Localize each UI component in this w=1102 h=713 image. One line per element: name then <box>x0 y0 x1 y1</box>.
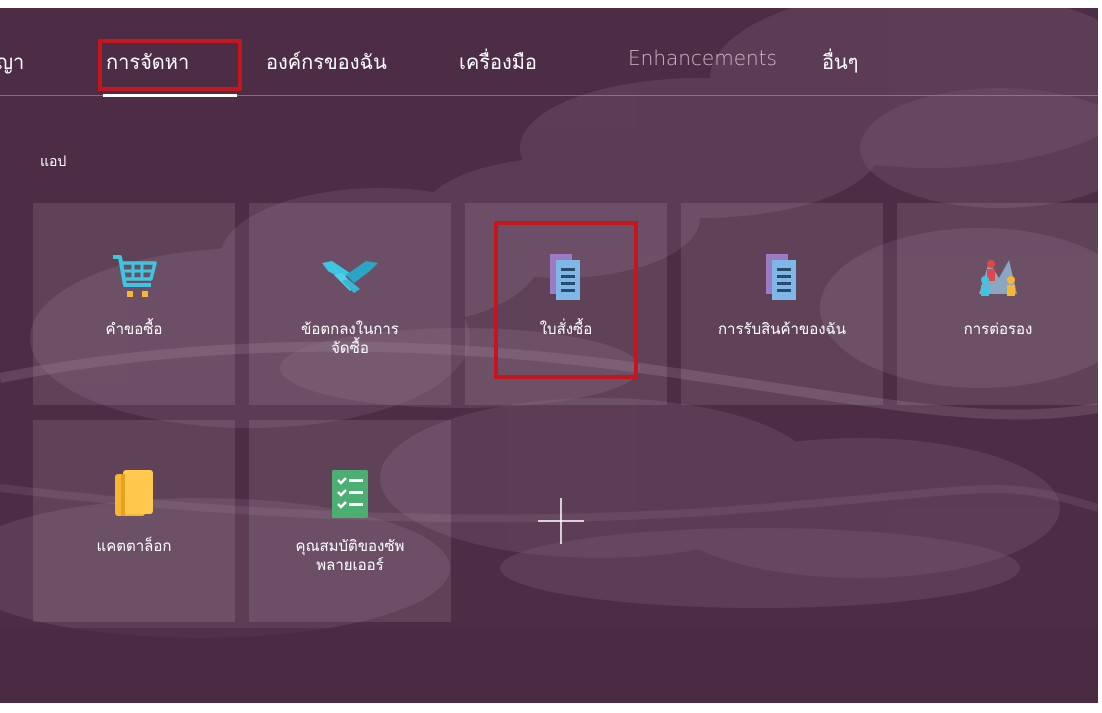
tab-bar: ญา การจัดหา องค์กรของฉัน เครื่องมือ Enha… <box>0 8 1098 97</box>
checklist-icon <box>320 464 380 524</box>
tile-label: แคตตาล็อก <box>96 537 172 555</box>
negotiation-people-icon <box>968 247 1028 307</box>
tab-enhancements[interactable]: Enhancements <box>628 46 777 70</box>
tile-label: คุณสมบัติของซัพ พลายเออร์ <box>295 537 405 574</box>
app-window: ญา การจัดหา องค์กรของฉัน เครื่องมือ Enha… <box>0 8 1098 703</box>
frame: ญา การจัดหา องค์กรของฉัน เครื่องมือ Enha… <box>0 8 1102 713</box>
tab-tools[interactable]: เครื่องมือ <box>459 46 537 78</box>
plus-icon <box>538 498 584 544</box>
tab-my-organization[interactable]: องค์กรของฉัน <box>266 46 387 78</box>
active-tab-indicator <box>103 94 237 97</box>
handshake-icon <box>320 247 380 307</box>
tile-purchase-agreements[interactable]: ข้อตกลงในการ จัดซื้อ <box>249 203 451 405</box>
receipt-document-icon <box>752 247 812 307</box>
tile-purchase-orders[interactable]: ใบสั่งซื้อ <box>465 203 667 405</box>
tab-others[interactable]: อื่นๆ <box>822 46 858 78</box>
purchase-order-document-icon <box>536 247 596 307</box>
tile-requisitions[interactable]: คำขอซื้อ <box>33 203 235 405</box>
section-title: แอป <box>40 154 67 170</box>
catalog-book-icon <box>104 464 164 524</box>
tile-label: การรับสินค้าของฉัน <box>717 320 847 338</box>
tile-catalog[interactable]: แคตตาล็อก <box>33 420 235 622</box>
tile-label: คำขอซื้อ <box>105 320 163 338</box>
tile-my-receipts[interactable]: การรับสินค้าของฉัน <box>681 203 883 405</box>
tile-label: ข้อตกลงในการ จัดซื้อ <box>301 320 399 357</box>
tab-partial[interactable]: ญา <box>0 46 24 78</box>
tile-label: ใบสั่งซื้อ <box>539 320 593 338</box>
add-app-button[interactable] <box>536 496 586 546</box>
tile-negotiations[interactable]: การต่อรอง <box>897 203 1098 405</box>
tile-supplier-qualification[interactable]: คุณสมบัติของซัพ พลายเออร์ <box>249 420 451 622</box>
tile-label: การต่อรอง <box>963 320 1033 338</box>
tab-procurement[interactable]: การจัดหา <box>106 46 189 78</box>
shopping-cart-icon <box>104 247 164 307</box>
